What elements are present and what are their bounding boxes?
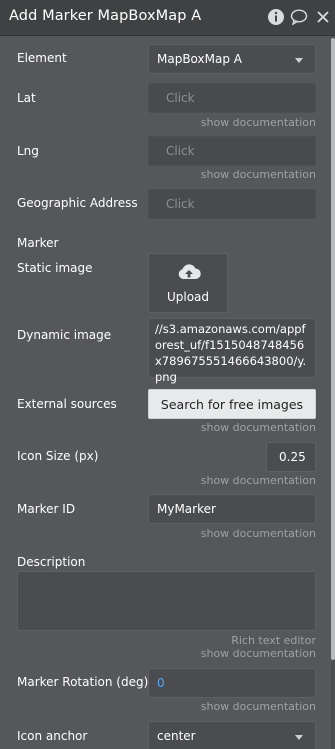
description-label: Description (17, 555, 86, 569)
lat-label: Lat (17, 91, 36, 105)
scrollbar-thumb[interactable] (331, 38, 335, 660)
lat-placeholder: Click (166, 91, 195, 105)
element-value: MapBoxMap A (157, 52, 242, 66)
lng-label: Lng (17, 144, 39, 158)
static-image-label: Static image (17, 261, 93, 275)
element-dropdown[interactable]: MapBoxMap A (148, 44, 316, 74)
comment-icon[interactable] (290, 8, 308, 26)
rotation-label: Marker Rotation (deg) (17, 675, 149, 689)
icon-size-show-documentation[interactable]: show documentation (201, 474, 316, 487)
chevron-down-icon (295, 58, 303, 63)
panel-title: Add Marker MapBoxMap A (9, 8, 202, 24)
rich-text-editor-link[interactable]: Rich text editor (231, 634, 316, 647)
geo-input[interactable]: Click (148, 189, 316, 219)
upload-button[interactable]: Upload (148, 253, 228, 313)
external-show-documentation[interactable]: show documentation (201, 421, 316, 434)
icon-anchor-label: Icon anchor (17, 729, 88, 743)
icon-size-input[interactable]: 0.25 (266, 442, 316, 472)
property-editor-panel: Add Marker MapBoxMap A Element MapBoxMap… (0, 0, 335, 749)
geo-label: Geographic Address (17, 196, 138, 210)
upload-label: Upload (166, 290, 210, 304)
cloud-upload-icon (177, 263, 201, 285)
marker-id-label: Marker ID (17, 502, 76, 516)
element-label: Element (17, 51, 67, 65)
dynamic-image-label: Dynamic image (17, 328, 112, 342)
chevron-down-icon (295, 735, 303, 740)
lng-placeholder: Click (166, 144, 195, 158)
marker-section-heading: Marker (17, 236, 59, 250)
panel-header: Add Marker MapBoxMap A (0, 0, 335, 36)
description-show-documentation[interactable]: show documentation (201, 647, 316, 660)
geo-placeholder: Click (166, 197, 195, 211)
icon-anchor-dropdown[interactable]: center (148, 721, 316, 749)
lng-input[interactable]: Click (148, 136, 316, 166)
close-icon[interactable] (314, 8, 332, 26)
marker-id-value: MyMarker (157, 502, 216, 516)
lat-show-documentation[interactable]: show documentation (201, 116, 316, 129)
dynamic-image-input[interactable]: //s3.amazonaws.com/appforest_uf/f1515048… (148, 318, 316, 384)
icon-size-value: 0.25 (279, 450, 306, 464)
rotation-value: 0 (157, 676, 165, 690)
icon-anchor-value: center (157, 729, 196, 743)
rotation-input[interactable]: 0 (148, 668, 316, 698)
rotation-show-documentation[interactable]: show documentation (201, 700, 316, 713)
icon-size-label: Icon Size (px) (17, 449, 99, 463)
search-free-images-button[interactable]: Search for free images (148, 389, 316, 419)
info-icon[interactable] (267, 8, 285, 26)
external-sources-label: External sources (17, 397, 117, 411)
marker-id-show-documentation[interactable]: show documentation (201, 527, 316, 540)
lng-show-documentation[interactable]: show documentation (201, 168, 316, 181)
marker-id-input[interactable]: MyMarker (148, 494, 316, 524)
lat-input[interactable]: Click (148, 83, 316, 113)
description-input[interactable] (17, 571, 316, 631)
